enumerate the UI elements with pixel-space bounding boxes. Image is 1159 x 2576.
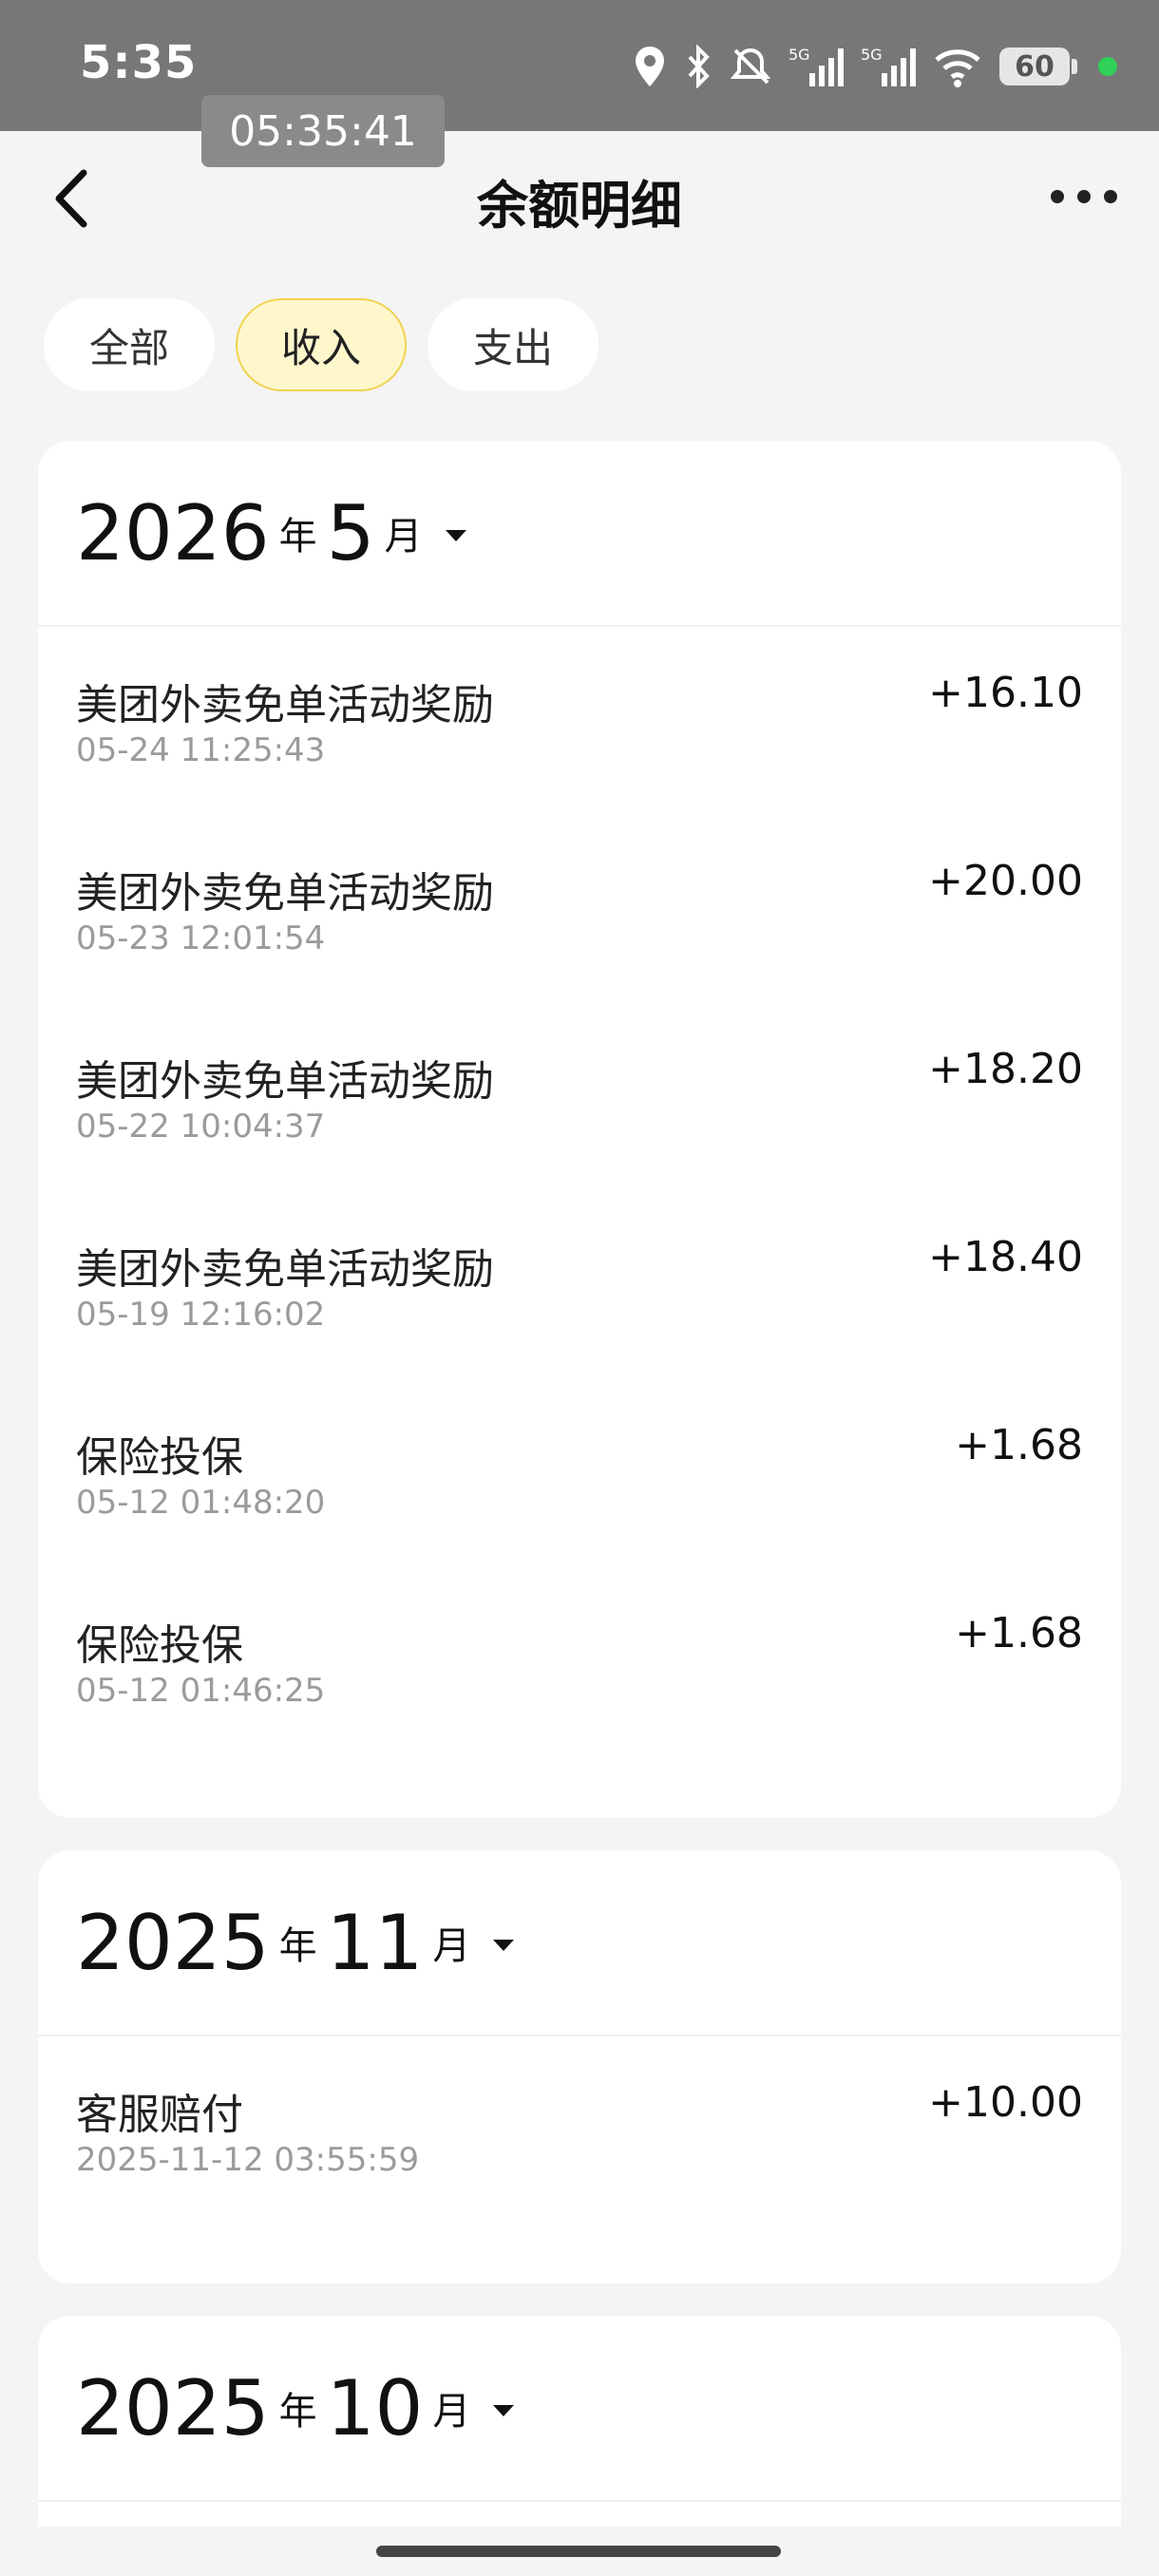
month-selector[interactable]: 2025 年 10 月 [38, 2316, 1121, 2502]
location-icon [633, 45, 667, 88]
month-value: 11 [326, 1898, 424, 1987]
item-name: 美团外卖免单活动奖励 [76, 681, 494, 729]
year-unit: 年 [278, 2390, 317, 2434]
status-icons: 5G 5G 60 [633, 38, 1117, 95]
caret-down-icon [493, 1940, 515, 1951]
wifi-icon [933, 45, 982, 88]
month-card-2025-10: 2025 年 10 月 [38, 2316, 1121, 2527]
item-amount: +1.68 [955, 1609, 1083, 1657]
item-time: 05-24 11:25:43 [76, 731, 326, 769]
signal-icon-2: 5G [861, 45, 916, 88]
list-item[interactable]: 美团外卖免单活动奖励 05-19 12:16:02 +18.40 [38, 1191, 1121, 1379]
year-value: 2025 [76, 1898, 270, 1987]
signal-icon-1: 5G [788, 45, 844, 88]
more-dot-icon [1104, 190, 1117, 203]
year-value: 2025 [76, 2363, 270, 2453]
item-time: 2025-11-12 03:55:59 [76, 2141, 420, 2179]
app-header: 余额明细 [0, 131, 1159, 264]
list-item[interactable]: 保险投保 05-12 01:46:25 +1.68 [38, 1567, 1121, 1755]
item-time: 05-22 10:04:37 [76, 1108, 326, 1146]
status-time: 5:35 [80, 36, 198, 89]
tab-expense[interactable]: 支出 [428, 298, 599, 391]
list-item[interactable]: 保险投保 05-12 01:48:20 +1.68 [38, 1379, 1121, 1567]
month-card-2026-05: 2026 年 5 月 美团外卖免单活动奖励 05-24 11:25:43 +16… [38, 441, 1121, 1818]
svg-text:5G: 5G [861, 46, 883, 64]
item-time: 05-23 12:01:54 [76, 919, 326, 957]
month-selector[interactable]: 2025 年 11 月 [38, 1850, 1121, 2036]
caret-down-icon [445, 530, 466, 541]
tab-all[interactable]: 全部 [44, 298, 216, 391]
home-indicator[interactable] [376, 2546, 781, 2557]
battery-icon: 60 [999, 47, 1077, 85]
item-name: 美团外卖免单活动奖励 [76, 1057, 494, 1106]
item-name: 客服赔付 [76, 2091, 243, 2139]
item-name: 美团外卖免单活动奖励 [76, 869, 494, 918]
item-amount: +10.00 [928, 2078, 1083, 2127]
item-amount: +18.40 [928, 1233, 1083, 1281]
year-value: 2026 [76, 488, 270, 578]
item-name: 美团外卖免单活动奖励 [76, 1245, 494, 1294]
tab-income[interactable]: 收入 [236, 298, 408, 391]
month-unit: 月 [432, 2390, 471, 2434]
list-item[interactable]: 美团外卖免单活动奖励 05-22 10:04:37 +18.20 [38, 1003, 1121, 1191]
list-item[interactable]: 美团外卖免单活动奖励 05-24 11:25:43 +16.10 [38, 627, 1121, 815]
more-dot-icon [1077, 190, 1091, 203]
item-name: 保险投保 [76, 1621, 243, 1670]
filter-tabs: 全部 收入 支出 [44, 298, 599, 391]
screen-record-time: 05:35:41 [201, 95, 445, 167]
list-item[interactable]: 美团外卖免单活动奖励 05-23 12:01:54 +20.00 [38, 815, 1121, 1003]
caret-down-icon [493, 2405, 515, 2416]
month-value: 10 [326, 2363, 424, 2453]
item-amount: +16.10 [928, 669, 1083, 717]
month-unit: 月 [384, 515, 423, 559]
item-name: 保险投保 [76, 1433, 243, 1482]
mute-icon [730, 45, 771, 88]
month-selector[interactable]: 2026 年 5 月 [38, 441, 1121, 627]
month-value: 5 [326, 488, 375, 578]
bluetooth-icon [684, 45, 712, 88]
month-unit: 月 [432, 1924, 471, 1968]
item-time: 05-12 01:46:25 [76, 1672, 326, 1710]
year-unit: 年 [278, 515, 317, 559]
more-options-button[interactable] [1051, 180, 1117, 213]
item-amount: +18.20 [928, 1045, 1083, 1093]
item-amount: +20.00 [928, 857, 1083, 905]
item-time: 05-12 01:48:20 [76, 1484, 326, 1522]
item-time: 05-19 12:16:02 [76, 1296, 326, 1334]
more-dot-icon [1051, 190, 1064, 203]
month-card-2025-11: 2025 年 11 月 客服赔付 2025-11-12 03:55:59 +10… [38, 1850, 1121, 2283]
status-bar: 5:35 5G 5G 60 [0, 0, 1159, 131]
item-amount: +1.68 [955, 1421, 1083, 1469]
list-item[interactable]: 客服赔付 2025-11-12 03:55:59 +10.00 [38, 2036, 1121, 2225]
svg-text:5G: 5G [788, 46, 810, 64]
year-unit: 年 [278, 1924, 317, 1968]
active-dot-icon [1098, 57, 1117, 76]
page-title: 余额明细 [477, 176, 682, 236]
